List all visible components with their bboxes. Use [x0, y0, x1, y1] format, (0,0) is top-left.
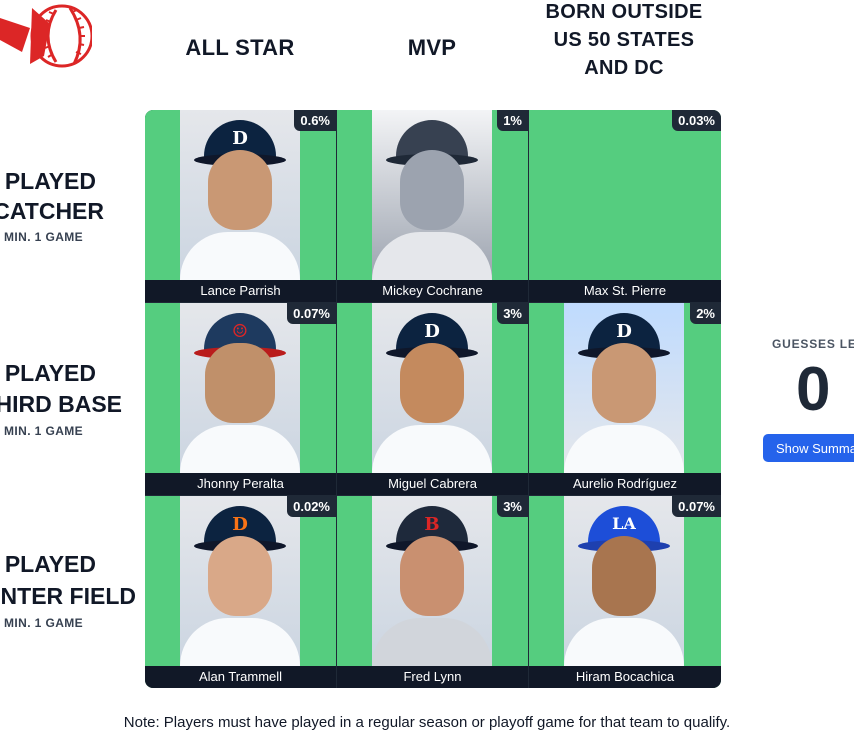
rarity-percent: 0.07%: [672, 496, 721, 517]
cap-logo: D: [232, 128, 248, 149]
guesses-left-label: GUESSES LEF: [772, 337, 854, 351]
show-summary-button[interactable]: Show Summar: [763, 434, 854, 462]
player-name: Miguel Cabrera: [337, 473, 528, 495]
player-photo: D: [180, 110, 300, 280]
player-photo: ☺: [180, 303, 300, 473]
player-jersey: [180, 425, 300, 473]
cap-logo: D: [424, 321, 440, 342]
player-face: [208, 150, 272, 230]
grid-cell[interactable]: D 2% Aurelio Rodríguez: [529, 303, 721, 495]
player-face: [592, 343, 656, 423]
column-header-born-outside-us: BORN OUTSIDE US 50 STATES AND DC: [534, 0, 714, 95]
player-jersey: [564, 618, 684, 666]
rarity-percent: 0.02%: [287, 496, 336, 517]
player-name: Hiram Bocachica: [529, 666, 721, 688]
player-photo: B: [372, 496, 492, 666]
cap-logo: LA: [612, 514, 636, 533]
column-header-label: BORN OUTSIDE US 50 STATES AND DC: [546, 0, 703, 82]
grid-cell[interactable]: D 0.6% Lance Parrish: [145, 110, 336, 302]
grid-cell[interactable]: D 3% Miguel Cabrera: [337, 303, 528, 495]
row-header-line: NTER FIELD: [0, 583, 136, 609]
player-jersey: [372, 425, 492, 473]
grid-cell[interactable]: LA 0.07% Hiram Bocachica: [529, 496, 721, 688]
player-face: [400, 536, 464, 616]
player-jersey: [372, 618, 492, 666]
player-name: Mickey Cochrane: [337, 280, 528, 302]
column-header-line: US 50 STATES: [553, 29, 695, 51]
guesses-left-count: 0: [796, 355, 831, 424]
rarity-percent: 3%: [497, 496, 528, 517]
rarity-percent: 0.07%: [287, 303, 336, 324]
row-header-sub: MIN. 1 GAME: [4, 230, 84, 244]
row-header-line: PLAYED: [4, 551, 96, 577]
player-name: Jhonny Peralta: [145, 473, 336, 495]
row-header-line: PLAYED: [4, 168, 96, 194]
player-photo: D: [564, 303, 684, 473]
row-header-line: CATCHER: [0, 198, 104, 224]
rarity-percent: 2%: [690, 303, 721, 324]
row-header-sub: MIN. 1 GAME: [4, 616, 84, 630]
player-photo: D: [180, 496, 300, 666]
player-jersey: [564, 425, 684, 473]
player-face: [208, 536, 272, 616]
column-header-line: BORN OUTSIDE: [545, 1, 703, 23]
grid-cell[interactable]: D 0.02% Alan Trammell: [145, 496, 336, 688]
cap-logo: D: [616, 321, 632, 342]
grid-cell[interactable]: 0.03% Max St. Pierre: [529, 110, 721, 302]
player-face: [205, 343, 275, 423]
player-name: Max St. Pierre: [529, 280, 721, 302]
rarity-percent: 0.03%: [672, 110, 721, 131]
grid-cell[interactable]: ☺ 0.07% Jhonny Peralta: [145, 303, 336, 495]
player-name: Fred Lynn: [337, 666, 528, 688]
row-header-line: HIRD BASE: [0, 391, 122, 417]
player-jersey: [180, 232, 300, 280]
player-face: [400, 343, 464, 423]
player-face: [592, 536, 656, 616]
player-name: Lance Parrish: [145, 280, 336, 302]
grid-cell[interactable]: B 3% Fred Lynn: [337, 496, 528, 688]
player-photo: [372, 110, 492, 280]
row-header-third-base: PLAYED HIRD BASE MIN. 1 GAME: [0, 356, 140, 446]
player-jersey: [180, 618, 300, 666]
column-header-line: AND DC: [584, 57, 664, 79]
player-photo: D: [372, 303, 492, 473]
row-header-line: PLAYED: [4, 360, 96, 386]
rarity-percent: 3%: [497, 303, 528, 324]
immaculate-grid: D 0.6% Lance Parrish 1% Mickey Cochrane …: [145, 110, 721, 688]
grid-cell[interactable]: 1% Mickey Cochrane: [337, 110, 528, 302]
row-header-center-field: PLAYED NTER FIELD MIN. 1 GAME: [0, 547, 140, 637]
cap-logo: B: [424, 514, 440, 535]
rarity-percent: 0.6%: [294, 110, 336, 131]
player-name: Aurelio Rodríguez: [529, 473, 721, 495]
rarity-percent: 1%: [497, 110, 528, 131]
player-photo: LA: [564, 496, 684, 666]
baseball-icon: [0, 4, 94, 68]
row-header-catcher: PLAYED CATCHER MIN. 1 GAME: [0, 164, 140, 254]
qualification-note: Note: Players must have played in a regu…: [123, 714, 731, 731]
column-header-label: ALL STAR: [185, 34, 295, 60]
row-header-sub: MIN. 1 GAME: [4, 424, 84, 438]
baseball-logo[interactable]: [0, 0, 94, 72]
cap-logo: D: [232, 514, 248, 535]
player-jersey: [372, 232, 492, 280]
column-header-all-star: ALL STAR: [150, 0, 330, 95]
player-face: [400, 150, 464, 230]
cap-logo: ☺: [231, 321, 249, 342]
player-name: Alan Trammell: [145, 666, 336, 688]
column-header-mvp: MVP: [342, 0, 522, 95]
column-header-label: MVP: [407, 34, 457, 60]
